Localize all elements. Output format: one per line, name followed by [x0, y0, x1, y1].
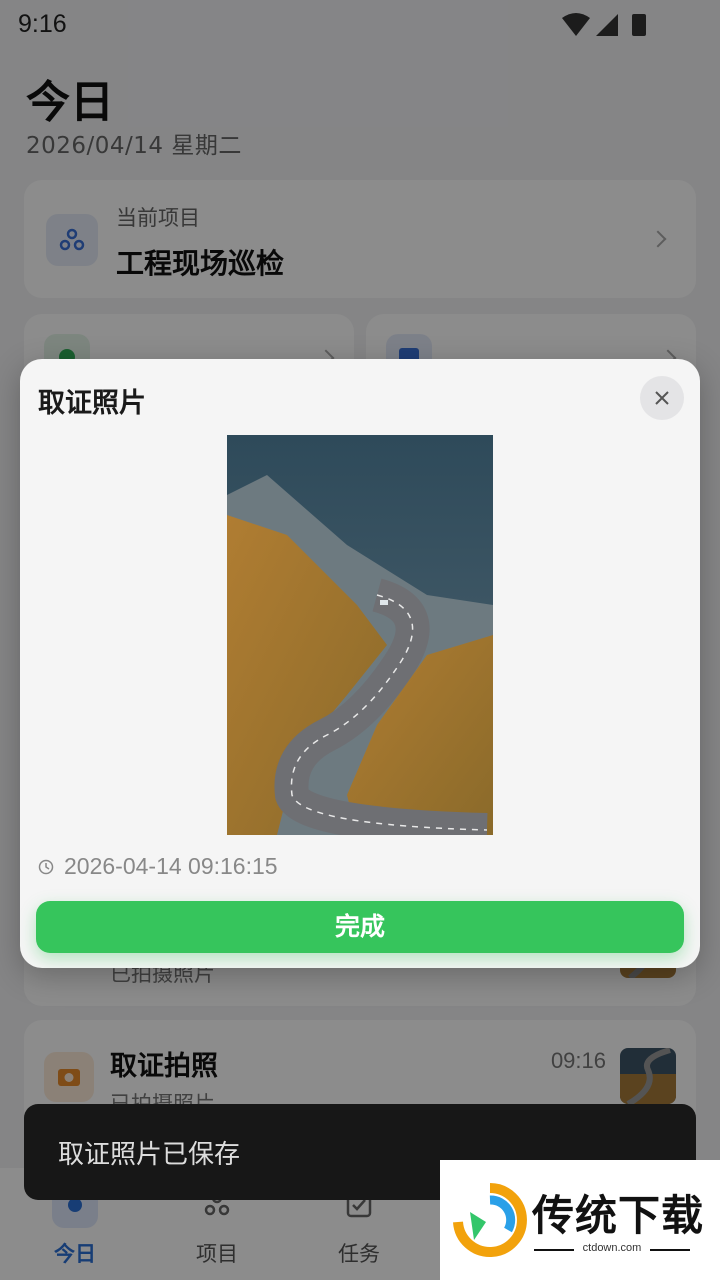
brand-logo-icon — [453, 1183, 527, 1257]
evidence-photo — [227, 435, 493, 835]
watermark-brand: 传统下载 — [532, 1191, 705, 1240]
dialog-title: 取证照片 — [38, 388, 146, 419]
close-icon — [655, 391, 669, 405]
photo-timestamp: 2026-04-14 09:16:15 — [64, 853, 278, 879]
watermark-site: ctdown.com — [582, 1242, 642, 1254]
evidence-photo-dialog: 取证照片 2026-04-14 09:16:15 完成 — [20, 359, 700, 968]
clock-icon — [38, 859, 54, 875]
done-button[interactable]: 完成 — [36, 901, 684, 953]
divider — [650, 1249, 690, 1251]
close-button[interactable] — [640, 376, 684, 420]
watermark: 传统下载 ctdown.com — [440, 1160, 720, 1280]
